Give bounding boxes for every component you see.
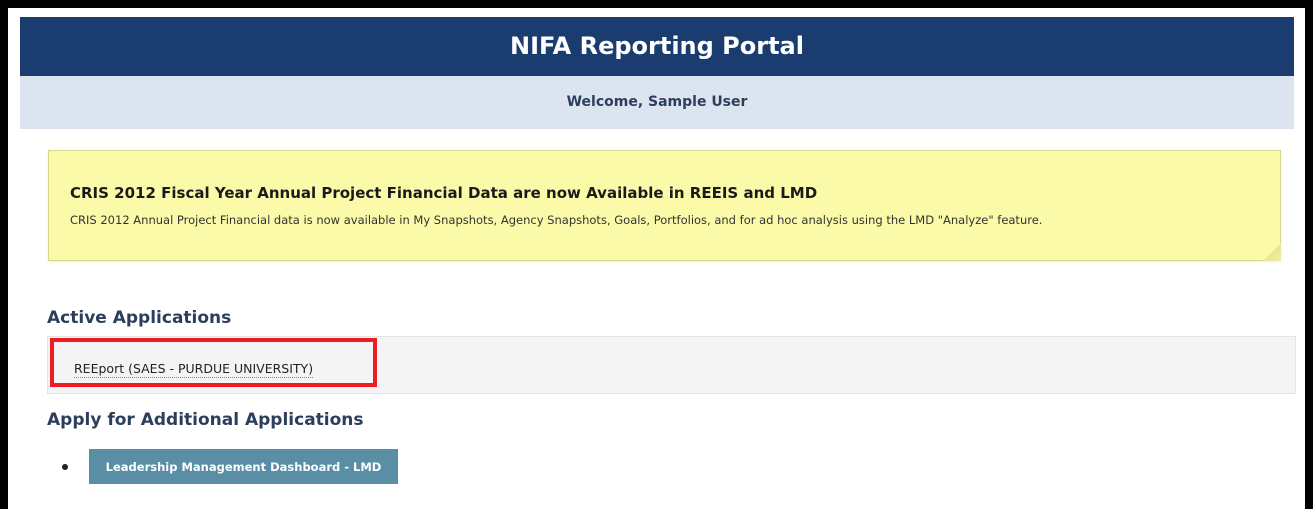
additional-applications-heading: Apply for Additional Applications: [47, 410, 364, 430]
active-applications-heading: Active Applications: [47, 308, 232, 328]
bullet-icon: [62, 464, 68, 470]
portal-page: NIFA Reporting Portal Welcome, Sample Us…: [16, 16, 1297, 509]
notice-title: CRIS 2012 Fiscal Year Annual Project Fin…: [70, 184, 818, 202]
screenshot-frame: NIFA Reporting Portal Welcome, Sample Us…: [0, 0, 1313, 509]
active-applications-list: REEport (SAES - PURDUE UNIVERSITY): [47, 336, 1296, 394]
page-curl-decoration: [1263, 243, 1281, 261]
announcement-notice: CRIS 2012 Fiscal Year Annual Project Fin…: [48, 150, 1281, 261]
welcome-banner: Welcome, Sample User: [20, 76, 1294, 129]
notice-body: CRIS 2012 Annual Project Financial data …: [70, 213, 1043, 227]
application-link-reeport[interactable]: REEport (SAES - PURDUE UNIVERSITY): [74, 361, 314, 378]
apply-lmd-button[interactable]: Leadership Management Dashboard - LMD: [89, 449, 398, 484]
page-title: NIFA Reporting Portal: [20, 17, 1294, 76]
